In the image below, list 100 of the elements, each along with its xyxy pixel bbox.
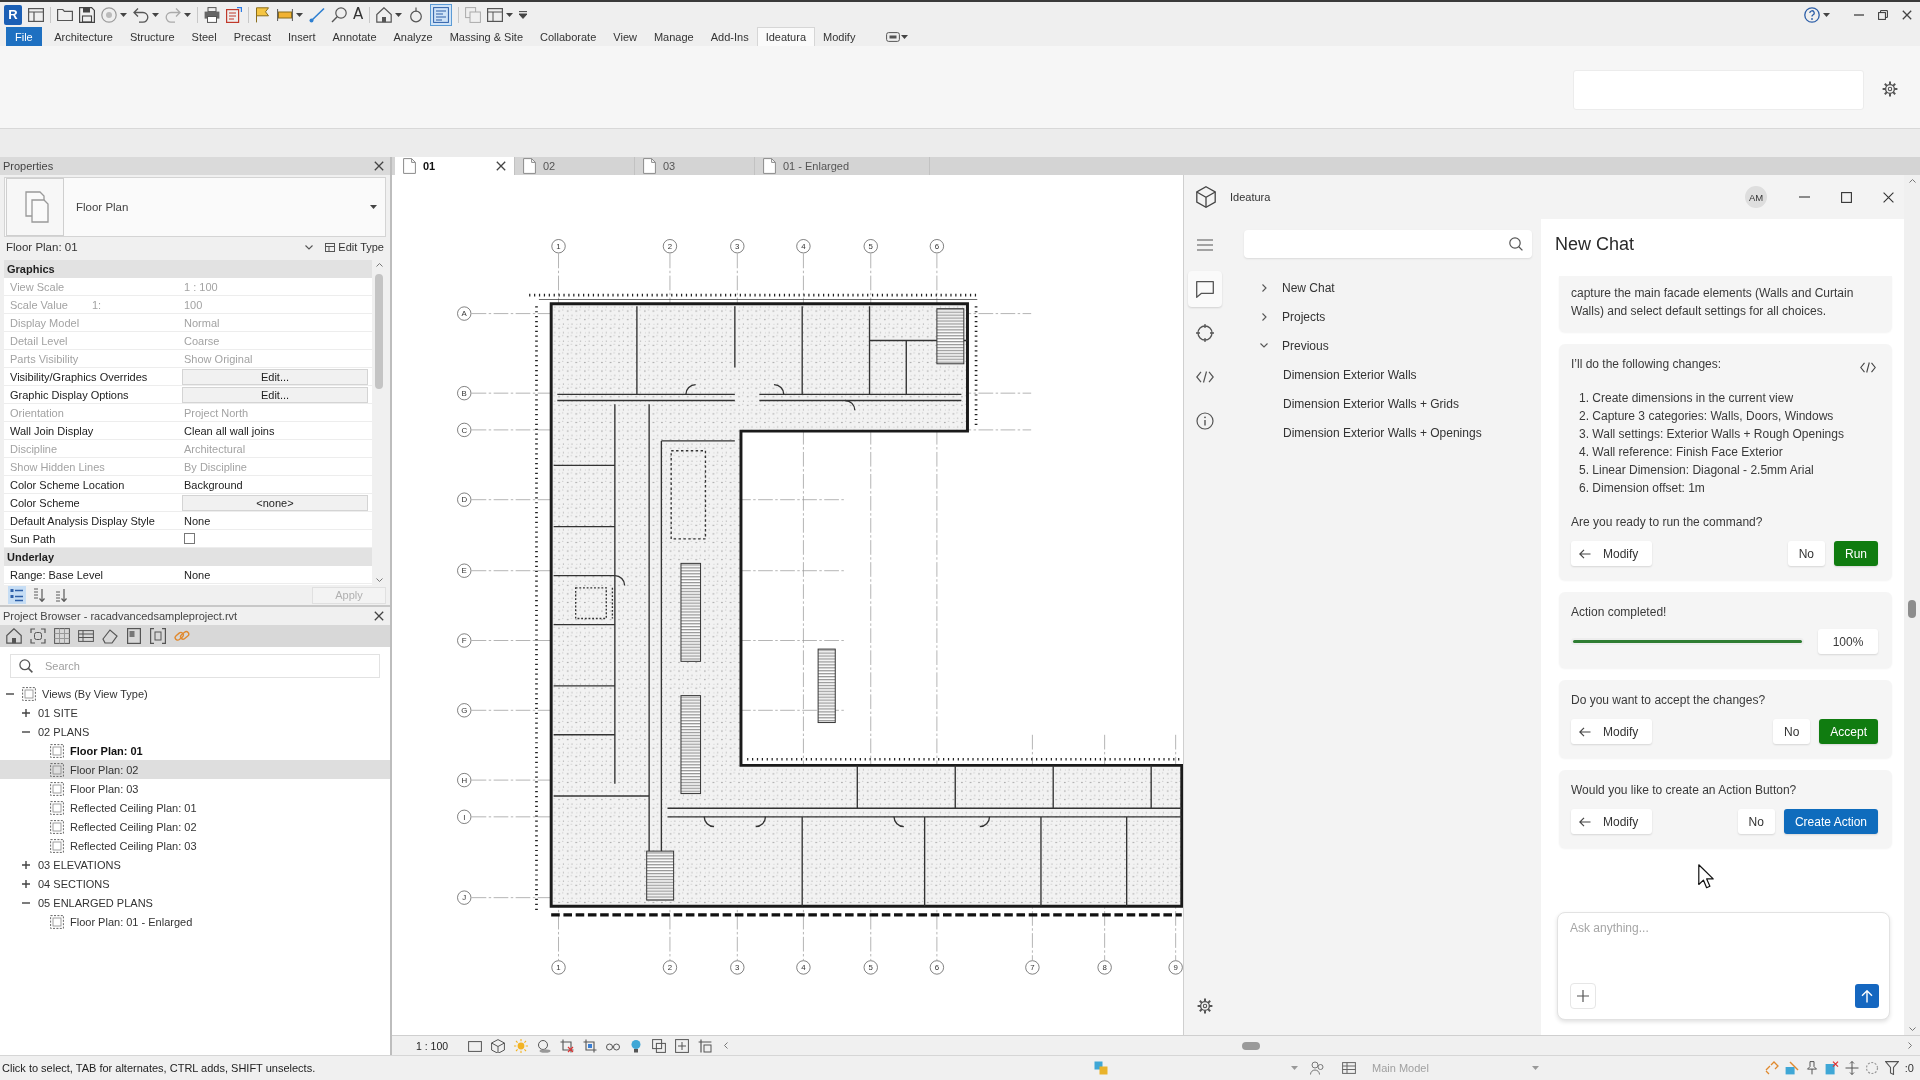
value-button[interactable]: Edit...	[182, 386, 368, 403]
edit-type-icon[interactable]	[325, 242, 336, 252]
caret-icon[interactable]	[184, 12, 191, 17]
save-icon[interactable]	[79, 6, 95, 23]
chat-history-item[interactable]: Dimension Exterior Walls	[1244, 360, 1532, 389]
chevron-down-icon[interactable]	[305, 244, 314, 250]
back-button[interactable]: Modify	[1571, 541, 1653, 566]
crosshair-icon[interactable]	[1196, 324, 1214, 342]
code-icon[interactable]	[1860, 362, 1876, 373]
plus-icon[interactable]	[22, 860, 30, 869]
secondary-button[interactable]: No	[1737, 809, 1775, 834]
nav-item[interactable]: New Chat	[1244, 273, 1532, 302]
settings-icon[interactable]	[1882, 81, 1898, 97]
document-icon[interactable]	[226, 6, 242, 23]
move-icon[interactable]	[1844, 1061, 1859, 1075]
ribbon-tab[interactable]: Massing & Site	[441, 27, 532, 46]
scroll-left-icon[interactable]	[724, 1042, 729, 1049]
value-button[interactable]: <none>	[182, 494, 368, 511]
ribbon-tab[interactable]: Analyze	[385, 27, 442, 46]
nav-item[interactable]: Projects	[1244, 302, 1532, 331]
magnifier-icon[interactable]	[331, 6, 347, 23]
ribbon-tab[interactable]: Modify	[814, 27, 864, 46]
app-logo[interactable]: R	[4, 4, 22, 25]
chat-icon[interactable]	[1196, 280, 1214, 298]
scrollbar-thumb[interactable]	[375, 274, 383, 389]
scroll-up-icon[interactable]	[1908, 179, 1916, 183]
home-icon[interactable]	[6, 628, 22, 644]
filter-icon[interactable]	[1884, 1061, 1899, 1075]
tree-item[interactable]: Floor Plan: 02	[0, 760, 390, 779]
scroll-down-icon[interactable]	[375, 578, 383, 582]
confirm-button[interactable]: Run	[1834, 541, 1878, 566]
minimize-icon[interactable]	[1854, 13, 1864, 16]
edit-type-button[interactable]: Edit Type	[323, 241, 386, 253]
plus-icon[interactable]	[1577, 990, 1589, 1002]
rectangle-icon[interactable]	[468, 1038, 483, 1053]
view-scale[interactable]: 1 : 100	[416, 1039, 449, 1052]
search-field[interactable]	[1244, 230, 1532, 258]
search-field[interactable]: Search	[10, 654, 380, 678]
scrollbar-thumb[interactable]	[1242, 1041, 1261, 1050]
tree-item[interactable]: Reflected Ceiling Plan: 03	[0, 836, 390, 855]
close-icon[interactable]	[374, 161, 384, 171]
chat-history-item[interactable]: Dimension Exterior Walls + Openings	[1244, 418, 1532, 447]
view-icon[interactable]	[30, 628, 46, 644]
arrow-up-icon[interactable]	[1861, 989, 1873, 1003]
confirm-button[interactable]: Accept	[1819, 719, 1878, 744]
caret-icon[interactable]	[120, 12, 127, 17]
group-header[interactable]: Underlay	[4, 548, 372, 566]
line-icon[interactable]	[309, 6, 325, 23]
user-avatar[interactable]: AM	[1745, 186, 1767, 208]
plus-icon[interactable]	[22, 879, 30, 888]
maximize-icon[interactable]	[1841, 191, 1852, 203]
chat-history-item[interactable]: Dimension Exterior Walls + Grids	[1244, 389, 1532, 418]
ribbon-tab[interactable]: Ideatura	[757, 27, 815, 46]
caret-icon[interactable]	[395, 12, 403, 17]
scroll-up-icon[interactable]	[375, 263, 383, 267]
tree-item[interactable]: Floor Plan: 01 - Enlarged	[0, 912, 390, 931]
ribbon-tab[interactable]: Manage	[645, 27, 703, 46]
caret-icon[interactable]	[296, 12, 303, 17]
tile-windows-icon[interactable]	[487, 6, 504, 23]
minus-icon[interactable]	[22, 730, 30, 733]
plus-icon[interactable]	[22, 708, 30, 717]
tree-item[interactable]: Reflected Ceiling Plan: 01	[0, 798, 390, 817]
folder-icon[interactable]	[57, 6, 73, 23]
chevron-right-icon[interactable]	[1261, 283, 1267, 292]
chat-input-box[interactable]: Ask anything...	[1557, 912, 1890, 1020]
primary-button[interactable]: Create Action	[1783, 809, 1878, 834]
secondary-button[interactable]: No	[1787, 541, 1825, 566]
ribbon-tab[interactable]: Collaborate	[531, 27, 605, 46]
close-icon[interactable]	[1902, 9, 1912, 20]
panel-icon[interactable]	[126, 628, 142, 644]
arrow-left-icon[interactable]	[1579, 816, 1591, 827]
close-icon[interactable]	[1883, 191, 1894, 203]
crop-region-icon[interactable]	[583, 1038, 598, 1053]
nav-item[interactable]: Previous	[1244, 331, 1532, 360]
group-header[interactable]: Graphics	[4, 260, 372, 278]
arrow-left-icon[interactable]	[1579, 548, 1591, 559]
tree-item[interactable]: 02 PLANS	[0, 722, 390, 741]
crop-icon[interactable]	[560, 1038, 575, 1053]
table-icon[interactable]	[78, 628, 94, 644]
send-button[interactable]	[1855, 984, 1879, 1008]
grid-icon[interactable]	[54, 628, 70, 644]
minus-icon[interactable]	[22, 901, 30, 904]
caret-icon[interactable]	[1823, 12, 1830, 17]
scroll-right-icon[interactable]	[1908, 1042, 1912, 1049]
value-button[interactable]: Edit...	[182, 368, 368, 385]
info-icon[interactable]	[1196, 412, 1214, 430]
tree-item[interactable]: 03 ELEVATIONS	[0, 855, 390, 874]
search-icon[interactable]	[19, 659, 33, 673]
secondary-button[interactable]: No	[1772, 719, 1811, 744]
layers-icon[interactable]	[652, 1038, 667, 1053]
scroll-down-icon[interactable]	[1908, 1027, 1916, 1031]
tree-item[interactable]: 05 ENLARGED PLANS	[0, 893, 390, 912]
shadow-icon[interactable]	[537, 1038, 552, 1053]
text-tool[interactable]: A	[353, 6, 364, 23]
instance-selector[interactable]: Floor Plan: 01	[4, 241, 318, 253]
settings-icon[interactable]	[1197, 998, 1213, 1014]
document-tab[interactable]: 01	[395, 157, 515, 175]
panel-icon[interactable]	[885, 31, 900, 42]
dimension-icon[interactable]	[277, 6, 293, 23]
checkbox[interactable]	[184, 533, 195, 544]
